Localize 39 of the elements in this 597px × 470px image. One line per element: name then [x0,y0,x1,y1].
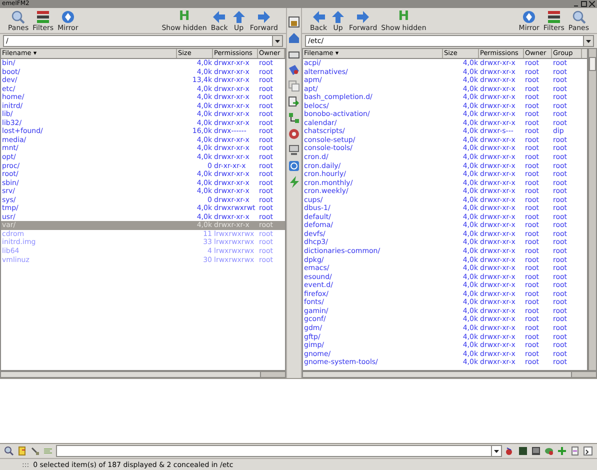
monitor-icon[interactable] [288,144,300,156]
left-arrow-icon [312,10,326,24]
copy-icon[interactable] [288,80,300,92]
stacked-bars-icon [36,10,50,24]
page-icon[interactable] [570,446,580,456]
link-icon[interactable] [288,112,300,124]
move-icon[interactable] [288,96,300,108]
scrollbar-thumb[interactable] [589,57,596,71]
home-icon[interactable] [288,32,300,44]
horizontal-scrollbar[interactable] [0,371,286,378]
up-arrow-icon [331,10,345,24]
mirror-icon [522,10,536,24]
right-arrow-icon [356,10,370,24]
horizontal-scrollbar[interactable] [302,371,597,378]
right-arrow-icon [256,10,271,24]
screen-icon[interactable] [531,446,541,456]
tag-icon[interactable] [288,64,300,76]
command-field[interactable] [56,445,502,457]
lightning-icon[interactable] [288,176,300,188]
glyph-icon: H [398,10,410,24]
magnifier-icon [11,10,26,24]
glyph-icon: H [178,10,190,24]
stacked-bars-icon [546,10,561,24]
dropdown-icon[interactable] [275,40,280,42]
vertical-scrollbar[interactable] [588,48,597,371]
dropdown-icon[interactable] [586,40,591,42]
search-icon[interactable] [4,446,14,456]
magnifier-icon [572,10,586,24]
close-icon[interactable] [589,1,595,7]
dropdown-icon[interactable] [494,450,499,452]
maximize-icon[interactable] [581,1,587,7]
scrollbar-thumb[interactable] [1,372,261,377]
mirror-icon [60,10,75,24]
left-arrow-icon [212,10,226,24]
document-icon[interactable] [17,446,27,456]
up-arrow-icon [232,10,246,24]
brush-icon[interactable] [30,446,40,456]
scrollbar-thumb[interactable] [303,372,572,377]
terminal-window-icon[interactable] [583,446,593,456]
